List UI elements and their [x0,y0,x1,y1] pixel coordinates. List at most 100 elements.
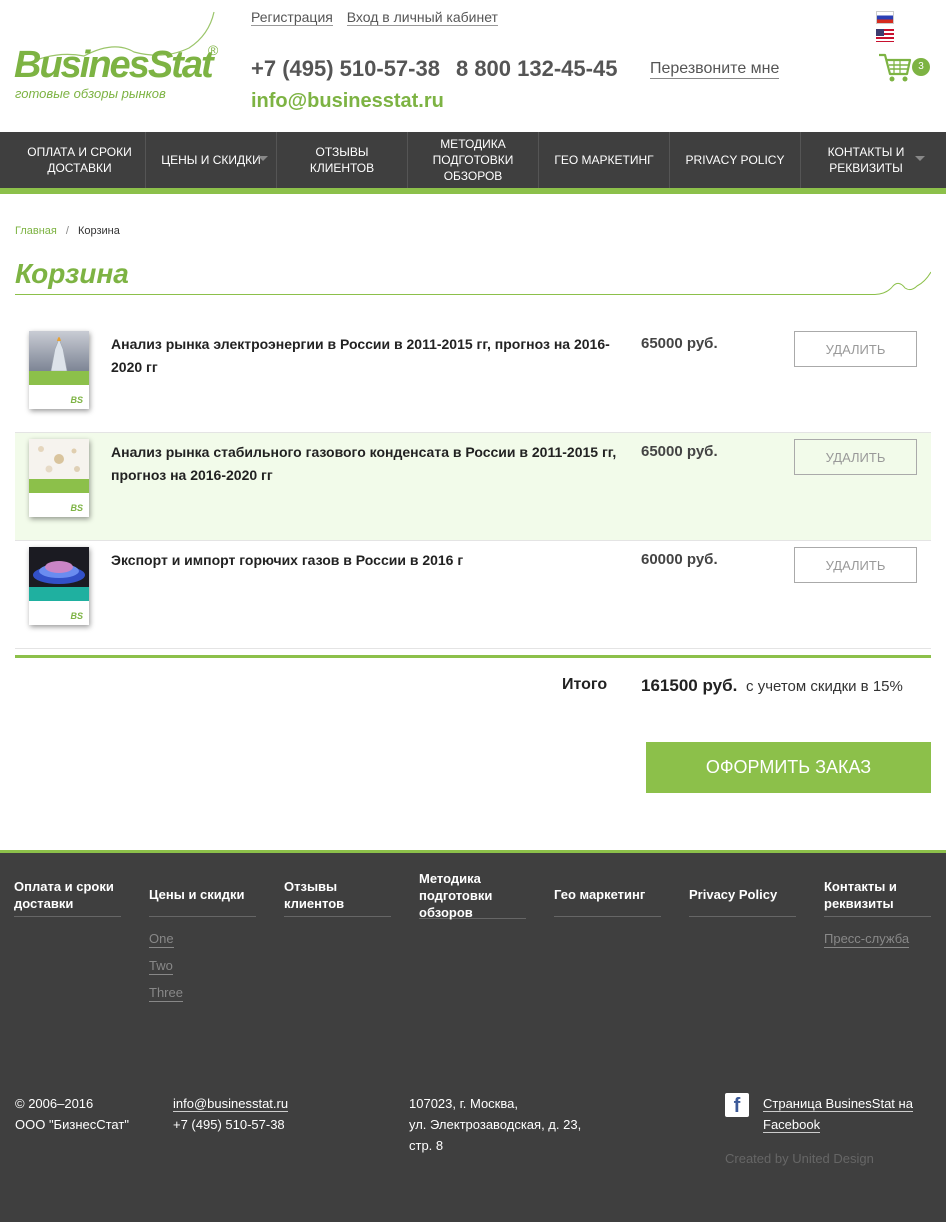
footer-sublink-press[interactable]: Пресс-служба [824,931,910,948]
delete-button[interactable]: УДАЛИТЬ [794,547,917,583]
company-name: ООО "БизнесСтат" [15,1117,129,1132]
nav-item-geo-marketing[interactable]: ГЕО МАРКЕТИНГ [539,132,670,188]
checkout-button[interactable]: ОФОРМИТЬ ЗАКАЗ [646,742,931,793]
footer-col-methodology: Методика подготовки обзоров [419,871,526,920]
nav-item-reviews[interactable]: ОТЗЫВЫ КЛИЕНТОВ [277,132,408,188]
designer-credit[interactable]: Created by United Design [725,1151,874,1166]
cart-item: BS Экспорт и импорт горючих газов в Росс… [15,541,931,649]
nav-item-prices[interactable]: ЦЕНЫ И СКИДКИ [146,132,277,188]
cart-item: BS Анализ рынка стабильного газового кон… [15,433,931,541]
logo-registered-mark: ® [208,42,219,58]
cart-icon [879,53,912,82]
chevron-down-icon [915,156,925,161]
login-link[interactable]: Вход в личный кабинет [346,9,498,26]
title-underline [15,271,931,295]
nav-item-label: КОНТАКТЫ И РЕКВИЗИТЫ [827,145,905,175]
nav-item-label: PRIVACY POLICY [685,153,785,167]
footer-link-contacts[interactable]: Контакты и реквизиты [824,873,931,917]
nav-item-label: МЕТОДИКА ПОДГОТОВКИ ОБЗОРОВ [432,137,514,183]
us-flag-icon[interactable] [876,29,894,42]
footer-phone: +7 (495) 510-57-38 [173,1117,285,1132]
product-cover-image[interactable]: BS [29,331,89,409]
address-line: 107023, г. Москва, [409,1096,518,1111]
total-divider [15,655,931,658]
cover-band [29,371,89,385]
facebook-icon[interactable]: f [725,1093,749,1117]
footer-link-privacy[interactable]: Privacy Policy [689,873,796,917]
footer-address: 107023, г. Москва, ул. Электрозаводская,… [409,1093,581,1156]
footer-email-link[interactable]: info@businesstat.ru [173,1096,289,1112]
item-price: 65000 руб. [641,443,718,460]
nav-item-methodology[interactable]: МЕТОДИКА ПОДГОТОВКИ ОБЗОРОВ [408,132,539,188]
product-cover-image[interactable]: BS [29,439,89,517]
footer-facebook: Страница BusinesStat на Facebook [763,1093,938,1135]
site-header: BusinesStat ® готовые обзоры рынков Реги… [0,0,946,132]
item-price: 60000 руб. [641,551,718,568]
total-label: Итого [562,676,608,693]
nav-item-label: ОТЗЫВЫ КЛИЕНТОВ [309,145,375,175]
address-line: стр. 8 [409,1138,444,1153]
logo-tagline: готовые обзоры рынков [15,86,166,101]
main-nav: ОПЛАТА И СРОКИ ДОСТАВКИ ЦЕНЫ И СКИДКИ ОТ… [0,132,946,194]
footer-col-reviews: Отзывы клиентов [284,873,391,917]
footer-sublink-two[interactable]: Two [149,958,173,975]
cart-button[interactable]: 3 [878,52,938,86]
footer-link-payment[interactable]: Оплата и сроки доставки [14,873,121,917]
footer-link-reviews[interactable]: Отзывы клиентов [284,873,391,917]
nav-item-label: ОПЛАТА И СРОКИ ДОСТАВКИ [27,145,132,175]
brand-logo[interactable]: BusinesStat ® готовые обзоры рынков [14,10,229,105]
item-title[interactable]: Экспорт и импорт горючих газов в России … [111,549,621,572]
product-cover-image[interactable]: BS [29,547,89,625]
cart-count-badge: 3 [912,58,930,76]
ru-flag-icon[interactable] [876,11,894,24]
phone-tollfree: 8 800 132-45-45 [455,56,618,81]
item-title[interactable]: Анализ рынка электроэнергии в России в 2… [111,333,621,379]
cover-band [29,479,89,493]
footer-col-geo: Гео маркетинг [554,873,661,917]
cover-logo: BS [70,395,83,405]
total-summary: 161500 руб. с учетом скидки в 15% [641,676,903,696]
header-email-link[interactable]: info@businesstat.ru [251,90,444,113]
footer-contacts: info@businesstat.ru +7 (495) 510-57-38 [173,1093,289,1135]
footer-copyright: © 2006–2016 ООО "БизнесСтат" [15,1093,129,1135]
breadcrumb-current: Корзина [77,225,120,237]
header-phones: +7 (495) 510-57-38 8 800 132-45-45 [251,56,617,82]
footer-col-contacts: Контакты и реквизиты Пресс-служба [824,873,931,948]
item-title[interactable]: Анализ рынка стабильного газового конден… [111,441,621,487]
footer-sublink-one[interactable]: One [149,931,174,948]
phone-primary: +7 (495) 510-57-38 [251,56,440,81]
cover-logo: BS [70,503,83,513]
footer-link-geo[interactable]: Гео маркетинг [554,873,661,917]
discount-note: с учетом скидки в 15% [746,678,903,695]
address-line: ул. Электрозаводская, д. 23, [409,1117,582,1132]
product-photo [29,547,89,587]
callback-link[interactable]: Перезвоните мне [650,60,780,79]
logo-text: BusinesStat [14,44,214,86]
nav-item-privacy[interactable]: PRIVACY POLICY [670,132,801,188]
product-photo [29,439,89,479]
breadcrumb-home-link[interactable]: Главная [15,225,57,237]
nav-item-contacts[interactable]: КОНТАКТЫ И РЕКВИЗИТЫ [801,132,931,188]
total-value: 161500 руб. [641,676,738,695]
account-links: Регистрация Вход в личный кабинет [251,9,508,26]
language-switcher [876,11,946,47]
cover-band [29,587,89,601]
nav-item-label: ЦЕНЫ И СКИДКИ [161,153,261,167]
delete-button[interactable]: УДАЛИТЬ [794,439,917,475]
footer-col-payment: Оплата и сроки доставки [14,873,121,917]
footer-col-prices: Цены и скидки One Two Three [149,873,256,1002]
facebook-page-link[interactable]: Страница BusinesStat на Facebook [763,1096,913,1133]
delete-button[interactable]: УДАЛИТЬ [794,331,917,367]
cart-item: BS Анализ рынка электроэнергии в России … [15,325,931,433]
footer-sublink-three[interactable]: Three [149,985,183,1002]
breadcrumb: Главная / Корзина [15,225,120,237]
chevron-down-icon [258,156,268,161]
footer-col-privacy: Privacy Policy [689,873,796,917]
register-link[interactable]: Регистрация [251,9,333,26]
footer-link-methodology[interactable]: Методика подготовки обзоров [419,871,526,920]
copyright-years: © 2006–2016 [15,1096,94,1111]
item-price: 65000 руб. [641,335,718,352]
nav-item-payment[interactable]: ОПЛАТА И СРОКИ ДОСТАВКИ [14,132,146,188]
product-photo [29,331,89,371]
footer-link-prices[interactable]: Цены и скидки [149,873,256,917]
